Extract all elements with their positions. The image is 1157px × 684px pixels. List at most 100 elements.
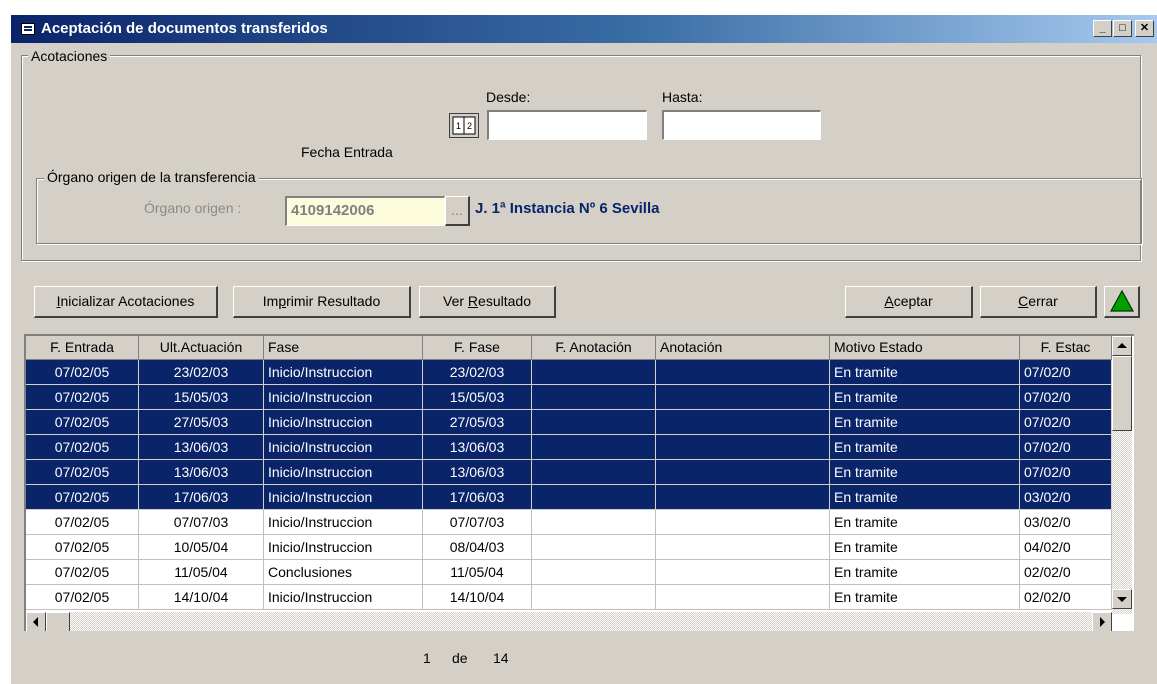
- table-cell: [656, 360, 830, 385]
- table-cell: 14/10/04: [139, 585, 264, 610]
- aceptar-mnemonic: A: [884, 293, 894, 309]
- table-cell: En tramite: [830, 560, 1020, 585]
- table-cell: [532, 360, 656, 385]
- table-cell: 13/06/03: [139, 460, 264, 485]
- table-cell: 15/05/03: [139, 385, 264, 410]
- table-cell: 07/02/05: [26, 410, 139, 435]
- table-cell: [532, 585, 656, 610]
- table-cell: 14/10/04: [423, 585, 532, 610]
- table-cell: 07/02/05: [26, 460, 139, 485]
- organo-legend: Órgano origen de la transferencia: [44, 169, 259, 185]
- col-header-f-entrada[interactable]: F. Entrada: [26, 336, 139, 360]
- col-header-motivo-estado[interactable]: Motivo Estado: [830, 336, 1020, 360]
- table-row[interactable]: 07/02/05 23/02/03 Inicio/Instruccion 23/02/…: [26, 360, 1112, 385]
- vertical-scrollbar[interactable]: [1112, 336, 1132, 614]
- title-bar[interactable]: Aceptación de documentos transferidos _ …: [11, 15, 1157, 43]
- table-cell: Inicio/Instruccion: [264, 535, 423, 560]
- table-row[interactable]: 07/02/05 11/05/04 Conclusiones 11/05/04 En t…: [26, 560, 1112, 585]
- ver-label-b: esultado: [478, 293, 531, 309]
- scroll-left-button[interactable]: [26, 612, 46, 631]
- table-cell: 07/02/05: [26, 535, 139, 560]
- close-button[interactable]: ✕: [1135, 20, 1154, 37]
- table-row[interactable]: 07/02/05 10/05/04 Inicio/Instruccion 08/04/…: [26, 535, 1112, 560]
- table-cell: 07/02/0: [1020, 410, 1112, 435]
- table-cell: Inicio/Instruccion: [264, 510, 423, 535]
- ver-mnemonic: R: [467, 293, 479, 309]
- maximize-button[interactable]: □: [1113, 20, 1132, 37]
- table-cell: [532, 535, 656, 560]
- inicializar-acotaciones-button[interactable]: Inicializar Acotaciones: [34, 286, 218, 318]
- table-cell: [656, 510, 830, 535]
- svg-text:2: 2: [467, 121, 472, 131]
- table-cell: Inicio/Instruccion: [264, 585, 423, 610]
- table-cell: Inicio/Instruccion: [264, 360, 423, 385]
- table-cell: 07/07/03: [423, 510, 532, 535]
- table-row[interactable]: 07/02/05 13/06/03 Inicio/Instruccion 13/06/…: [26, 460, 1112, 485]
- horizontal-scrollbar[interactable]: [26, 612, 1112, 631]
- results-grid[interactable]: F. Entrada Ult.Actuación Fase F. Fase F.…: [24, 334, 1134, 631]
- imprimir-resultado-button[interactable]: Imprimir Resultado: [233, 286, 411, 318]
- table-cell: [656, 485, 830, 510]
- table-cell: En tramite: [830, 410, 1020, 435]
- table-cell: 07/02/05: [26, 385, 139, 410]
- col-header-anotacion[interactable]: Anotación: [656, 336, 830, 360]
- table-cell: Inicio/Instruccion: [264, 410, 423, 435]
- arrow-up-icon: [1117, 343, 1127, 348]
- scroll-right-button[interactable]: [1092, 612, 1112, 631]
- organo-input[interactable]: 4109142006: [285, 196, 445, 226]
- col-header-fase[interactable]: Fase: [264, 336, 423, 360]
- table-cell: [532, 435, 656, 460]
- cerrar-button[interactable]: Cerrar: [980, 286, 1097, 318]
- hasta-input[interactable]: [662, 110, 821, 140]
- table-cell: [532, 385, 656, 410]
- scroll-top-button[interactable]: [1104, 286, 1140, 318]
- col-header-ult-actuacion[interactable]: Ult.Actuación: [139, 336, 264, 360]
- page-current: 1: [423, 650, 431, 666]
- organo-description: J. 1ª Instancia Nº 6 Sevilla: [475, 200, 660, 217]
- table-row[interactable]: 07/02/05 13/06/03 Inicio/Instruccion 13/06/…: [26, 435, 1112, 460]
- table-cell: 11/05/04: [423, 560, 532, 585]
- col-header-f-anotacion[interactable]: F. Anotación: [532, 336, 656, 360]
- vertical-scroll-thumb[interactable]: [1112, 356, 1132, 431]
- table-cell: [656, 585, 830, 610]
- arrow-left-icon: [33, 617, 38, 627]
- ver-label-a: Ver: [443, 293, 468, 309]
- table-cell: 23/02/03: [423, 360, 532, 385]
- table-cell: En tramite: [830, 460, 1020, 485]
- table-cell: [532, 485, 656, 510]
- inicializar-label: nicializar Acotaciones: [60, 293, 195, 309]
- table-cell: Inicio/Instruccion: [264, 485, 423, 510]
- table-cell: 07/02/05: [26, 510, 139, 535]
- calendar-icon[interactable]: 1 2: [449, 113, 479, 138]
- table-cell: 07/02/05: [26, 435, 139, 460]
- cerrar-mnemonic: C: [1018, 293, 1029, 309]
- minimize-button[interactable]: _: [1093, 20, 1112, 37]
- table-cell: 17/06/03: [139, 485, 264, 510]
- table-cell: Inicio/Instruccion: [264, 435, 423, 460]
- organo-browse-button[interactable]: ...: [445, 196, 470, 226]
- table-row[interactable]: 07/02/05 15/05/03 Inicio/Instruccion 15/05/…: [26, 385, 1112, 410]
- aceptar-button[interactable]: Aceptar: [845, 286, 973, 318]
- table-cell: Inicio/Instruccion: [264, 460, 423, 485]
- table-cell: En tramite: [830, 435, 1020, 460]
- table-row[interactable]: 07/02/05 27/05/03 Inicio/Instruccion 27/05/…: [26, 410, 1112, 435]
- table-cell: 23/02/03: [139, 360, 264, 385]
- table-cell: 07/02/05: [26, 560, 139, 585]
- col-header-f-fase[interactable]: F. Fase: [423, 336, 532, 360]
- table-cell: 07/02/05: [26, 485, 139, 510]
- table-row[interactable]: 07/02/05 17/06/03 Inicio/Instruccion 17/06/…: [26, 485, 1112, 510]
- ver-resultado-button[interactable]: Ver Resultado: [419, 286, 556, 318]
- main-window: Aceptación de documentos transferidos _ …: [10, 14, 1157, 684]
- table-cell: 11/05/04: [139, 560, 264, 585]
- scroll-down-button[interactable]: [1112, 589, 1132, 609]
- table-row[interactable]: 07/02/05 14/10/04 Inicio/Instruccion 14/10/…: [26, 585, 1112, 610]
- table-cell: [656, 460, 830, 485]
- col-header-f-estado[interactable]: F. Estac: [1020, 336, 1112, 360]
- svg-text:1: 1: [456, 121, 461, 131]
- horizontal-scroll-thumb[interactable]: [46, 612, 70, 631]
- table-cell: 13/06/03: [423, 435, 532, 460]
- scroll-up-button[interactable]: [1112, 336, 1132, 356]
- table-row[interactable]: 07/02/05 07/07/03 Inicio/Instruccion 07/07/…: [26, 510, 1112, 535]
- table-cell: Inicio/Instruccion: [264, 385, 423, 410]
- desde-input[interactable]: [487, 110, 647, 140]
